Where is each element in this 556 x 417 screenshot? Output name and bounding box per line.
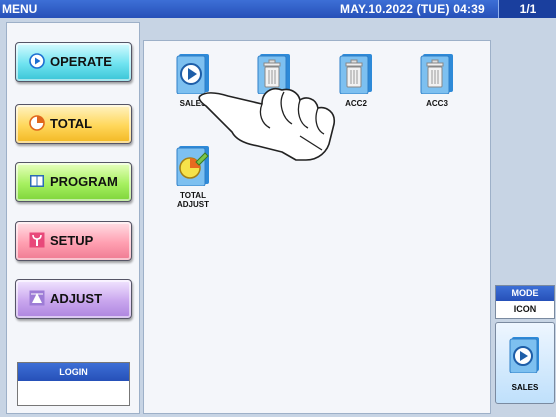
total-label: TOTAL <box>50 116 93 131</box>
program-book-icon <box>30 175 44 187</box>
mode-box[interactable]: MODE ICON <box>495 285 555 319</box>
datetime-display: MAY.10.2022 (TUE) 04:39 <box>340 2 485 16</box>
total-button[interactable]: TOTAL <box>15 104 132 144</box>
setup-label: SETUP <box>50 233 94 248</box>
operate-button[interactable]: OPERATE <box>15 42 132 82</box>
app-acc2[interactable]: ACC2 <box>327 54 385 108</box>
setup-wrench-icon <box>29 232 45 248</box>
setup-button[interactable]: SETUP <box>15 221 132 261</box>
app-total-adjust-label: TOTAL ADJUST <box>176 191 209 209</box>
login-box[interactable]: LOGIN <box>17 362 130 406</box>
mode-value: ICON <box>513 304 537 314</box>
app-sales-label: SALES <box>179 99 207 108</box>
adjust-scale-icon <box>29 290 45 306</box>
page-indicator[interactable]: 1/1 <box>498 0 556 18</box>
app-acc1[interactable] <box>245 54 303 99</box>
trash-icon <box>257 54 290 95</box>
app-acc3-label: ACC3 <box>426 99 448 108</box>
program-label: PROGRAM <box>50 174 118 189</box>
sales-play-icon <box>509 337 539 373</box>
title-bar: MENU MAY.10.2022 (TUE) 04:39 1/1 <box>0 0 556 18</box>
app-total-adjust[interactable]: TOTAL ADJUST <box>164 146 222 209</box>
adjust-button[interactable]: ADJUST <box>15 279 132 319</box>
mode-label: MODE <box>496 286 554 301</box>
login-label: LOGIN <box>18 363 129 381</box>
login-value <box>18 381 129 403</box>
sales-shortcut-button[interactable]: SALES <box>495 322 555 404</box>
app-sales[interactable]: SALES <box>164 54 222 108</box>
adjust-label: ADJUST <box>50 291 103 306</box>
app-acc3[interactable]: ACC3 <box>408 54 466 108</box>
sales-shortcut-label: SALES <box>511 383 539 392</box>
title-menu-label: MENU <box>2 2 38 16</box>
trash-icon <box>420 54 453 95</box>
operate-label: OPERATE <box>50 54 112 69</box>
pie-chart-pencil-icon <box>176 146 209 187</box>
trash-icon <box>339 54 372 95</box>
operate-play-icon <box>29 53 45 69</box>
app-acc2-label: ACC2 <box>345 99 367 108</box>
sales-play-icon <box>176 54 209 95</box>
program-button[interactable]: PROGRAM <box>15 162 132 202</box>
total-pie-icon <box>29 115 45 131</box>
